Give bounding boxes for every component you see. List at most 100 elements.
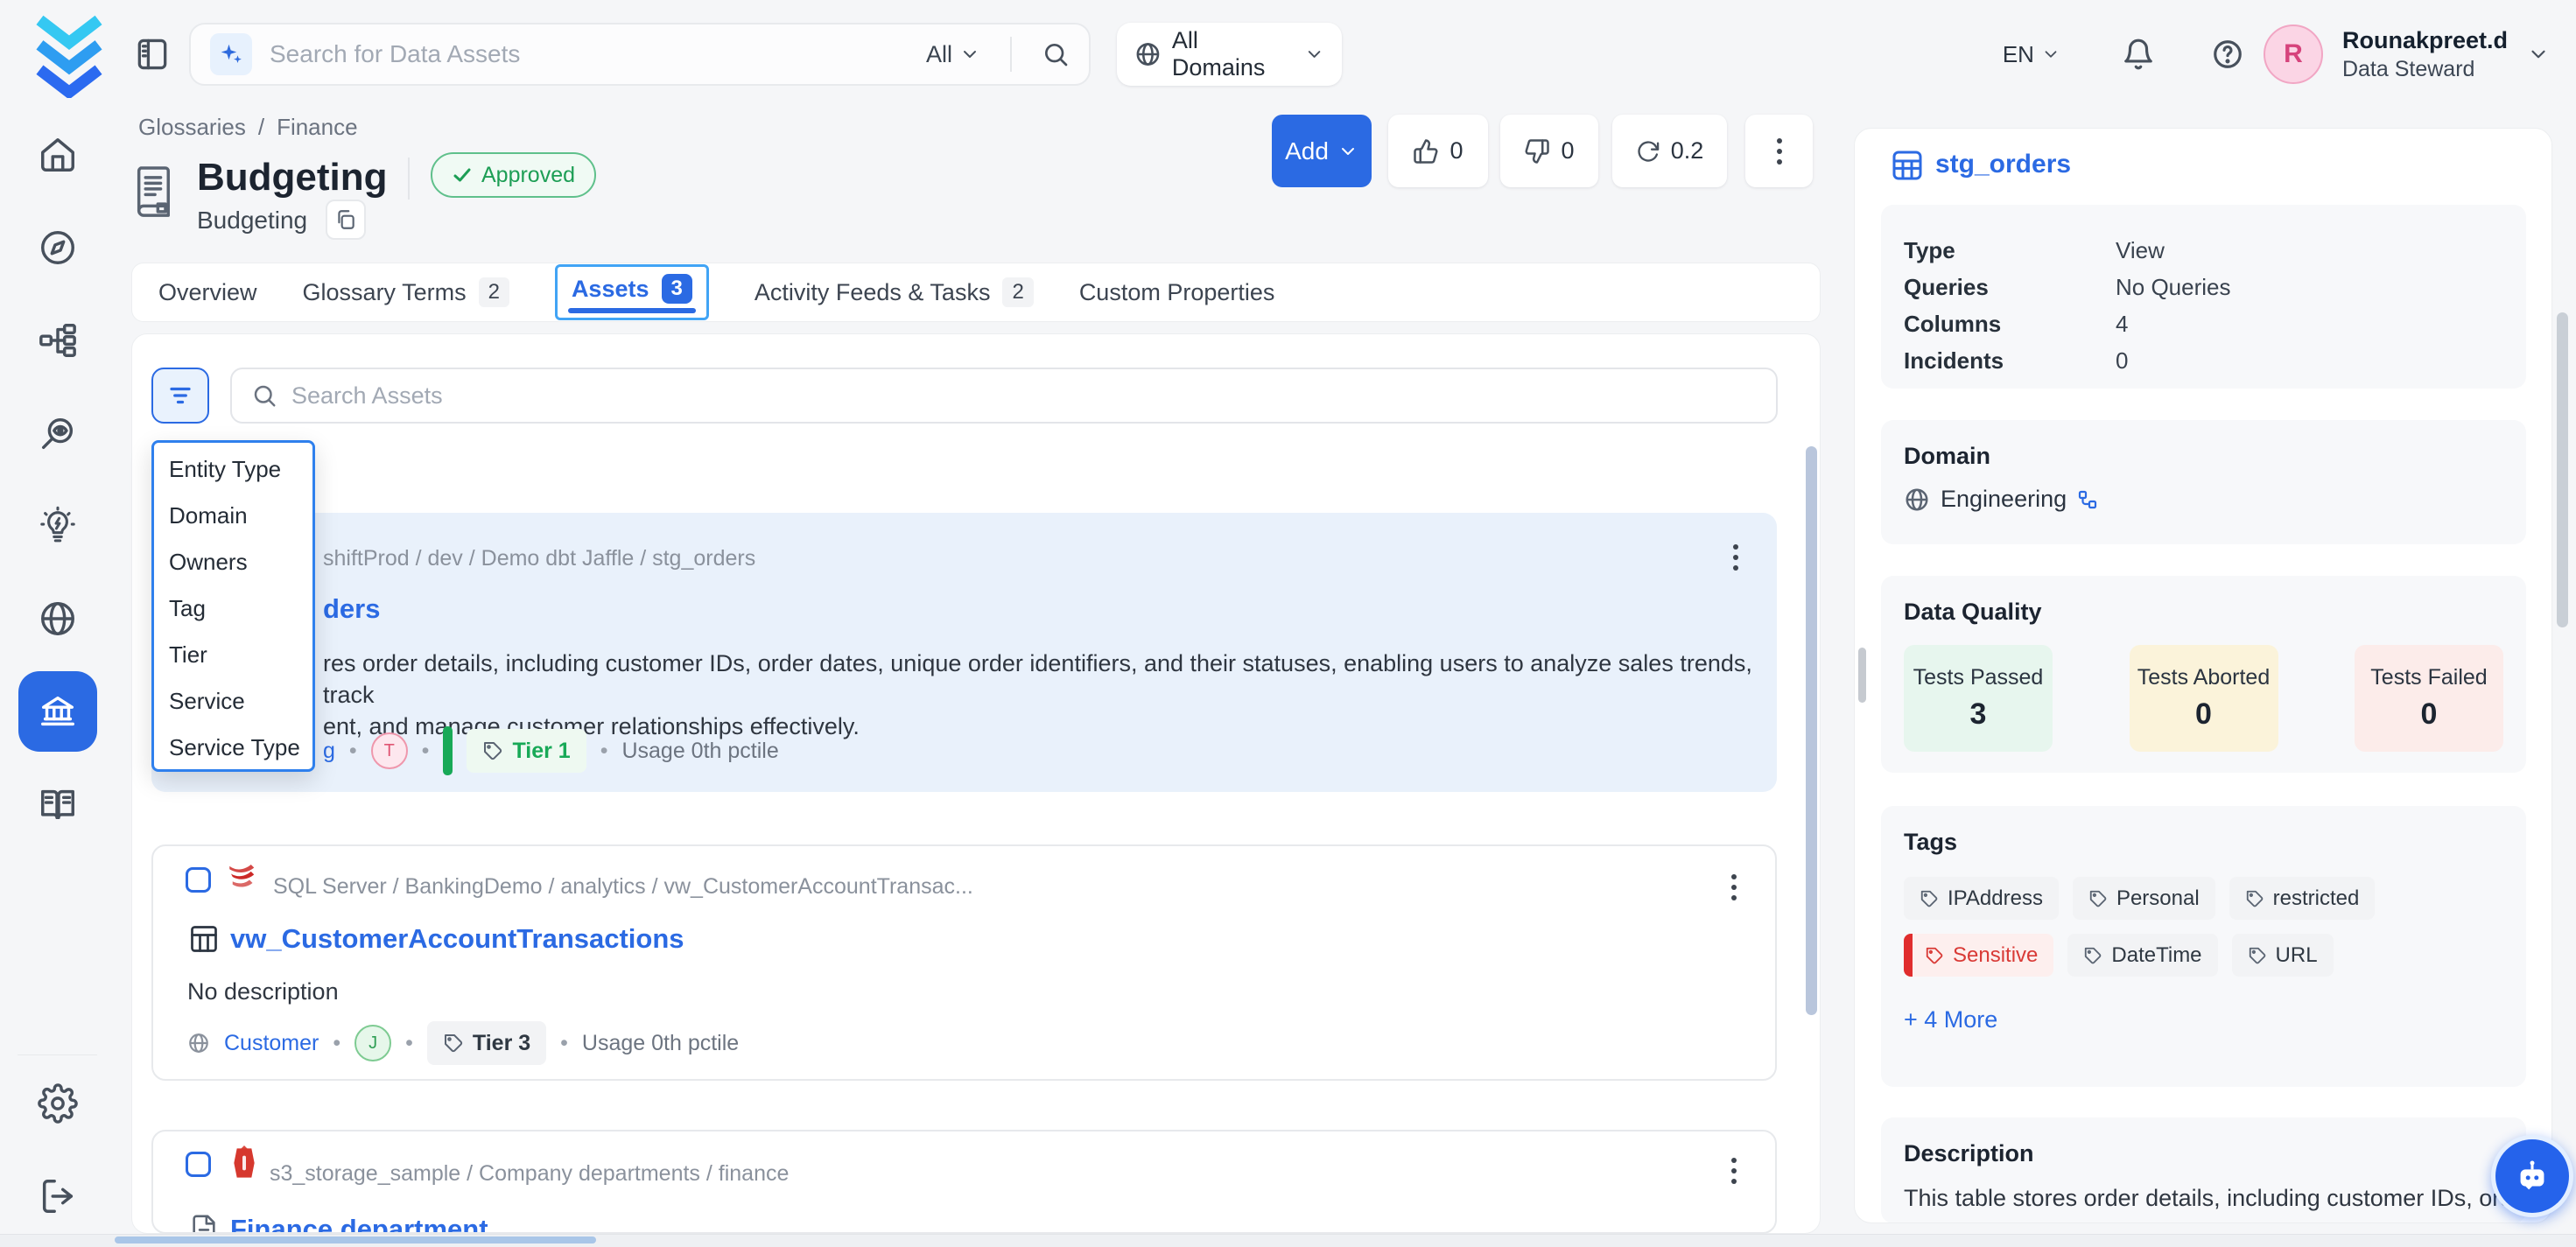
sidebar-item-lineage[interactable] <box>0 294 115 387</box>
asset-card-finance-department[interactable]: s3_storage_sample / Company departments … <box>151 1130 1777 1234</box>
notifications-bell-icon[interactable] <box>2122 38 2155 71</box>
user-role: Data Steward <box>2342 55 2508 83</box>
asset-list-scrollbar[interactable] <box>1806 446 1817 1015</box>
more-tags-link[interactable]: + 4 More <box>1904 1006 2503 1033</box>
globe-icon <box>187 1032 210 1054</box>
breadcrumb[interactable]: Glossaries / Finance <box>138 114 358 141</box>
asset-breadcrumb[interactable]: shiftProd / dev / Demo dbt Jaffle / stg_… <box>323 546 755 571</box>
tag-personal[interactable]: Personal <box>2073 877 2215 920</box>
search-input[interactable] <box>268 39 910 69</box>
sidebar-item-domains[interactable] <box>0 572 115 665</box>
description-card: Description This table stores order deta… <box>1881 1117 2526 1223</box>
domain-value-link[interactable]: Engineering <box>1941 486 2067 513</box>
panel-toggle-icon[interactable] <box>133 35 172 74</box>
s3-storage-icon <box>227 1144 262 1187</box>
search-icon[interactable] <box>1042 40 1070 68</box>
asset-card-vw-customeraccounttransactions[interactable]: SQL Server / BankingDemo / analytics / v… <box>151 844 1777 1081</box>
horizontal-scrollbar-thumb[interactable] <box>115 1236 596 1243</box>
tag-url[interactable]: URL <box>2232 934 2334 977</box>
copy-icon[interactable] <box>326 200 366 240</box>
content-scrollbar[interactable] <box>1858 648 1866 703</box>
filter-button[interactable] <box>151 368 209 424</box>
tier-badge[interactable]: Tier 1 <box>467 729 586 773</box>
sidebar-item-explore[interactable] <box>0 201 115 294</box>
assets-search[interactable] <box>230 368 1778 424</box>
menu-item-owners[interactable]: Owners <box>154 539 312 585</box>
asset-checkbox[interactable] <box>186 867 211 893</box>
owner-avatar[interactable]: T <box>371 732 408 769</box>
sidebar-item-insights[interactable] <box>0 480 115 572</box>
chevron-down-icon[interactable] <box>2527 43 2550 66</box>
window-vertical-scrollbar[interactable] <box>2557 312 2568 627</box>
tab-count: 2 <box>479 277 509 307</box>
asset-breadcrumb[interactable]: SQL Server / BankingDemo / analytics / v… <box>273 874 973 900</box>
status-badge[interactable]: Approved <box>431 152 596 198</box>
sidebar-item-home[interactable] <box>0 109 115 201</box>
global-search[interactable]: All <box>189 23 1091 86</box>
description-text: This table stores order details, includi… <box>1904 1185 2503 1212</box>
add-button[interactable]: Add <box>1272 115 1372 187</box>
help-icon[interactable] <box>2211 38 2244 71</box>
sidebar-item-glossary[interactable] <box>0 665 115 758</box>
domain-card: Domain Engineering <box>1881 420 2526 544</box>
details-title-link[interactable]: stg_orders <box>1935 150 2071 179</box>
all-domains-dropdown[interactable]: All Domains <box>1117 23 1342 86</box>
sidebar-item-settings[interactable] <box>0 1057 115 1150</box>
asset-domain-link[interactable]: Customer <box>224 1031 319 1056</box>
tag-restricted[interactable]: restricted <box>2229 877 2376 920</box>
sidebar-item-logout[interactable] <box>0 1150 115 1243</box>
menu-item-entity-type[interactable]: Entity Type <box>154 446 312 493</box>
downvote-button[interactable]: 0 <box>1500 115 1598 187</box>
language-dropdown[interactable]: EN <box>2003 41 2060 68</box>
tag-ipaddress[interactable]: IPAddress <box>1904 877 2059 920</box>
app-logo-icon[interactable] <box>35 14 103 102</box>
menu-item-tag[interactable]: Tag <box>154 585 312 632</box>
tests-passed-tile: Tests Passed 3 <box>1904 645 2053 752</box>
asset-checkbox[interactable] <box>186 1152 211 1177</box>
asset-title-link[interactable]: ders <box>323 593 380 625</box>
asset-title-link[interactable]: vw_CustomerAccountTransactions <box>230 923 684 955</box>
tab-overview[interactable]: Overview <box>158 279 257 306</box>
owner-avatar[interactable]: J <box>354 1025 391 1061</box>
tag-sensitive[interactable]: Sensitive <box>1904 934 2053 977</box>
chatbot-button[interactable] <box>2491 1135 2573 1217</box>
tests-failed-tile: Tests Failed 0 <box>2355 645 2503 752</box>
menu-item-tier[interactable]: Tier <box>154 632 312 678</box>
tag-icon <box>443 1033 464 1054</box>
sidebar-item-discover[interactable] <box>0 387 115 480</box>
version-button[interactable]: 0.2 <box>1612 115 1727 187</box>
tab-activity-feeds[interactable]: Activity Feeds & Tasks2 <box>755 277 1034 307</box>
user-name: Rounakpreet.d <box>2342 25 2508 55</box>
breadcrumb-finance[interactable]: Finance <box>277 114 358 141</box>
search-icon <box>251 382 277 409</box>
incidents-link[interactable]: 0 <box>2116 347 2128 375</box>
breadcrumb-glossaries[interactable]: Glossaries <box>138 114 246 141</box>
sidebar-item-reference[interactable] <box>0 758 115 851</box>
kebab-menu[interactable] <box>1733 544 1738 571</box>
info-value: 4 <box>2116 311 2128 338</box>
menu-item-service-type[interactable]: Service Type <box>154 725 312 771</box>
tab-glossary-terms[interactable]: Glossary Terms2 <box>303 277 509 307</box>
sidebar <box>0 109 115 1246</box>
kebab-menu[interactable] <box>1731 874 1737 900</box>
tab-custom-properties[interactable]: Custom Properties <box>1079 279 1275 306</box>
menu-item-domain[interactable]: Domain <box>154 493 312 539</box>
user-info[interactable]: Rounakpreet.d Data Steward <box>2342 25 2508 83</box>
active-tab-underline <box>568 308 696 313</box>
tab-assets[interactable]: Assets3 <box>555 264 709 320</box>
assets-search-input[interactable] <box>290 382 1757 410</box>
header-kebab-menu[interactable] <box>1745 115 1813 187</box>
tag-datetime[interactable]: DateTime <box>2067 934 2217 977</box>
lineage-mini-icon[interactable] <box>2077 489 2098 510</box>
upvote-button[interactable]: 0 <box>1388 115 1488 187</box>
asset-meta-row: g • T • Tier 1 • Usage 0th pctile <box>323 726 779 775</box>
kebab-menu[interactable] <box>1731 1158 1737 1184</box>
menu-item-service[interactable]: Service <box>154 678 312 725</box>
asset-card-stg-orders[interactable]: shiftProd / dev / Demo dbt Jaffle / stg_… <box>151 513 1777 792</box>
asset-breadcrumb[interactable]: s3_storage_sample / Company departments … <box>270 1161 789 1187</box>
avatar[interactable]: R <box>2264 25 2323 84</box>
asset-title-link[interactable]: Finance department <box>230 1214 488 1234</box>
asset-domain-link[interactable]: g <box>323 739 335 764</box>
search-scope-dropdown[interactable]: All <box>926 41 980 68</box>
tier-badge[interactable]: Tier 3 <box>427 1021 546 1065</box>
